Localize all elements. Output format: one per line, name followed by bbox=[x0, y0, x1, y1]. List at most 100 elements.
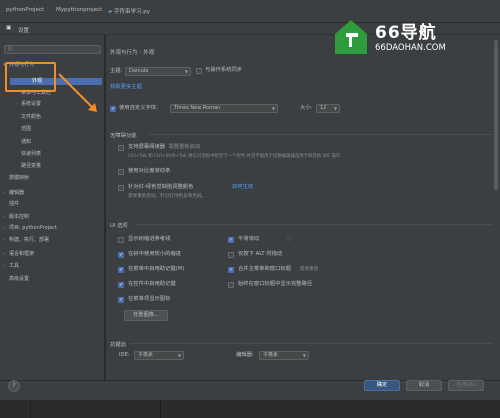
file-tab[interactable]: ▰ 字符串学习.py bbox=[108, 7, 150, 15]
how-it-works-link[interactable]: 如何生效 bbox=[232, 184, 253, 191]
window-title: 设置 bbox=[18, 28, 30, 34]
vertical-scrollbar[interactable] bbox=[494, 40, 498, 370]
antialiasing-section-title: 抗锯齿 bbox=[110, 342, 126, 348]
settings-content bbox=[106, 35, 500, 380]
sidebar-item-label: 系统设置 bbox=[21, 101, 42, 107]
chevron-down-icon: ▼ bbox=[184, 69, 188, 74]
screen-reader-description: Ctrl+Tab 和 Ctrl+Shift+Tab 将在对话框中移至下一个控件,… bbox=[128, 154, 341, 159]
ide-antialias-label: IDE: bbox=[119, 352, 130, 358]
custom-font-label: 使用自定义字体: bbox=[119, 105, 158, 111]
chevron-down-icon: ▼ bbox=[177, 353, 181, 358]
screen-reader-note: 需要重新启动 bbox=[168, 144, 201, 150]
sidebar-item[interactable]: › 工具 bbox=[3, 263, 101, 270]
font-select[interactable]: Times New Roman ▼ bbox=[170, 104, 278, 113]
project-name[interactable]: pythonProject bbox=[6, 7, 44, 13]
ui-option-checkbox[interactable]: ✓ bbox=[118, 252, 124, 258]
chevron-down-icon: ▼ bbox=[271, 106, 275, 111]
font-size-value: 12 bbox=[320, 105, 327, 111]
ide-antialias-value: 子像素 bbox=[138, 352, 154, 358]
sidebar-item[interactable]: 高级设置 bbox=[3, 276, 101, 283]
font-size-select[interactable]: 12 ▼ bbox=[316, 104, 340, 113]
theme-label: 主题: bbox=[110, 68, 123, 74]
ui-option-label: 在控件中启用助记键 bbox=[128, 281, 176, 287]
ui-option-checkbox[interactable] bbox=[228, 282, 234, 288]
ui-option-checkbox[interactable]: ✓ bbox=[118, 297, 124, 303]
ui-option-label: 合并主菜单和窗口标题 bbox=[238, 266, 291, 272]
breadcrumb-parent[interactable]: 外观与行为 bbox=[110, 50, 138, 56]
sidebar-item[interactable]: 快速列表 bbox=[3, 151, 101, 158]
sidebar-item[interactable]: 插件 bbox=[3, 201, 101, 208]
merge-menu-note: 需要重启 bbox=[300, 267, 319, 272]
sidebar-item-label: 编辑器 bbox=[9, 190, 25, 196]
ui-option-label: 仅按下 ALT 时拖动 bbox=[238, 251, 283, 257]
watermark-brand: 66导航 bbox=[375, 23, 437, 43]
ok-button[interactable]: 确定 bbox=[364, 380, 400, 391]
annotation-arrow bbox=[58, 73, 97, 112]
sidebar-item-label: 通知 bbox=[21, 139, 32, 145]
divider bbox=[148, 134, 493, 135]
ui-options-section-title: UI 选项 bbox=[110, 223, 128, 229]
help-icon[interactable]: ⓘ bbox=[287, 236, 292, 243]
apply-button[interactable]: 应用(A) bbox=[448, 380, 484, 391]
sync-os-checkbox[interactable] bbox=[196, 68, 202, 74]
sidebar-item[interactable]: › 版本控制 bbox=[3, 214, 101, 221]
watermark-url: 66DAOHAN.COM bbox=[375, 43, 446, 53]
editor-antialias-select[interactable]: 子像素 ▼ bbox=[259, 351, 309, 360]
ui-option-label: 在树中使用较小的缩进 bbox=[128, 251, 181, 257]
sidebar-item-label: 工具 bbox=[9, 263, 20, 269]
ui-option-label: 平滑滚动 bbox=[238, 236, 260, 242]
help-button[interactable]: ? bbox=[8, 380, 20, 392]
sidebar-item-label: 文件颜色 bbox=[21, 114, 42, 120]
sidebar-item[interactable]: 按键映射 bbox=[3, 175, 101, 182]
contrast-scrollbars-checkbox[interactable] bbox=[118, 169, 124, 175]
divider bbox=[30, 400, 31, 418]
theme-select[interactable]: Darcula ▼ bbox=[125, 67, 191, 76]
sidebar-item-label: 插件 bbox=[9, 201, 20, 207]
sidebar-item[interactable]: 通知 bbox=[3, 139, 101, 146]
ui-option-checkbox[interactable]: ✓ bbox=[118, 267, 124, 273]
highlight-box bbox=[5, 62, 56, 92]
sidebar-item-label: 范围 bbox=[21, 126, 32, 132]
sidebar-item-label: 语言和框架 bbox=[9, 251, 35, 257]
theme-value: Darcula bbox=[129, 68, 149, 74]
sidebar-item-label: 构建、执行、部署 bbox=[9, 237, 50, 243]
breadcrumb: 外观与行为 › 外观 bbox=[110, 48, 154, 56]
taskbar bbox=[0, 400, 500, 418]
breadcrumb-current: 外观 bbox=[143, 50, 155, 56]
ui-option-checkbox[interactable]: ✓ bbox=[228, 267, 234, 273]
chevron-down-icon: ▼ bbox=[333, 106, 337, 111]
settings-search-input[interactable]: Q bbox=[4, 45, 101, 54]
ui-option-checkbox[interactable]: ✓ bbox=[228, 237, 234, 243]
sidebar-item[interactable]: › 项目: pythonProject bbox=[3, 225, 101, 232]
scrollbar-thumb[interactable] bbox=[494, 40, 498, 190]
sidebar-item-label: 按键映射 bbox=[9, 175, 30, 181]
screen-reader-checkbox[interactable] bbox=[118, 145, 124, 151]
watermark-logo: 66导航 66DAOHAN.COM bbox=[335, 18, 495, 62]
background-image-button[interactable]: 背景图像... bbox=[124, 310, 168, 321]
project-path[interactable]: Mypythonproject bbox=[56, 7, 102, 13]
ui-option-checkbox[interactable]: ✓ bbox=[118, 282, 124, 288]
color-deficiency-checkbox[interactable] bbox=[118, 185, 124, 191]
sidebar-item[interactable]: 路径变量 bbox=[3, 163, 101, 170]
sidebar-item[interactable]: 范围 bbox=[3, 126, 101, 133]
editor-antialias-value: 子像素 bbox=[263, 352, 279, 358]
custom-font-checkbox[interactable]: ✓ bbox=[110, 106, 116, 112]
sidebar-item[interactable]: › 语言和框架 bbox=[3, 251, 101, 258]
size-label: 大小: bbox=[300, 105, 313, 111]
font-value: Times New Roman bbox=[174, 105, 221, 111]
ide-antialias-select[interactable]: 子像素 ▼ bbox=[134, 351, 184, 360]
screen-reader-text: 支持屏幕阅读器 bbox=[128, 144, 166, 150]
cancel-button[interactable]: 取消 bbox=[406, 380, 442, 391]
get-more-themes-link[interactable]: 获取更多主题 bbox=[110, 84, 142, 91]
logo-house-icon bbox=[335, 20, 367, 54]
sidebar-item-label: 项目: pythonProject bbox=[9, 225, 57, 231]
color-deficiency-note: 需要重新启动。针对红绿色盲和色弱。 bbox=[128, 194, 207, 199]
app-icon: ▣ bbox=[6, 25, 12, 31]
ui-option-checkbox[interactable] bbox=[118, 237, 124, 243]
ui-option-checkbox[interactable] bbox=[228, 252, 234, 258]
sidebar-item-label: 版本控制 bbox=[9, 214, 30, 220]
sidebar-item[interactable]: › 编辑器 bbox=[3, 190, 101, 197]
sidebar-item[interactable]: › 构建、执行、部署 bbox=[3, 237, 101, 244]
ui-option-label: 始终在窗口标题中显示完整路径 bbox=[238, 281, 313, 287]
ui-option-label: 在菜单中启用助记键(M) bbox=[128, 266, 185, 272]
